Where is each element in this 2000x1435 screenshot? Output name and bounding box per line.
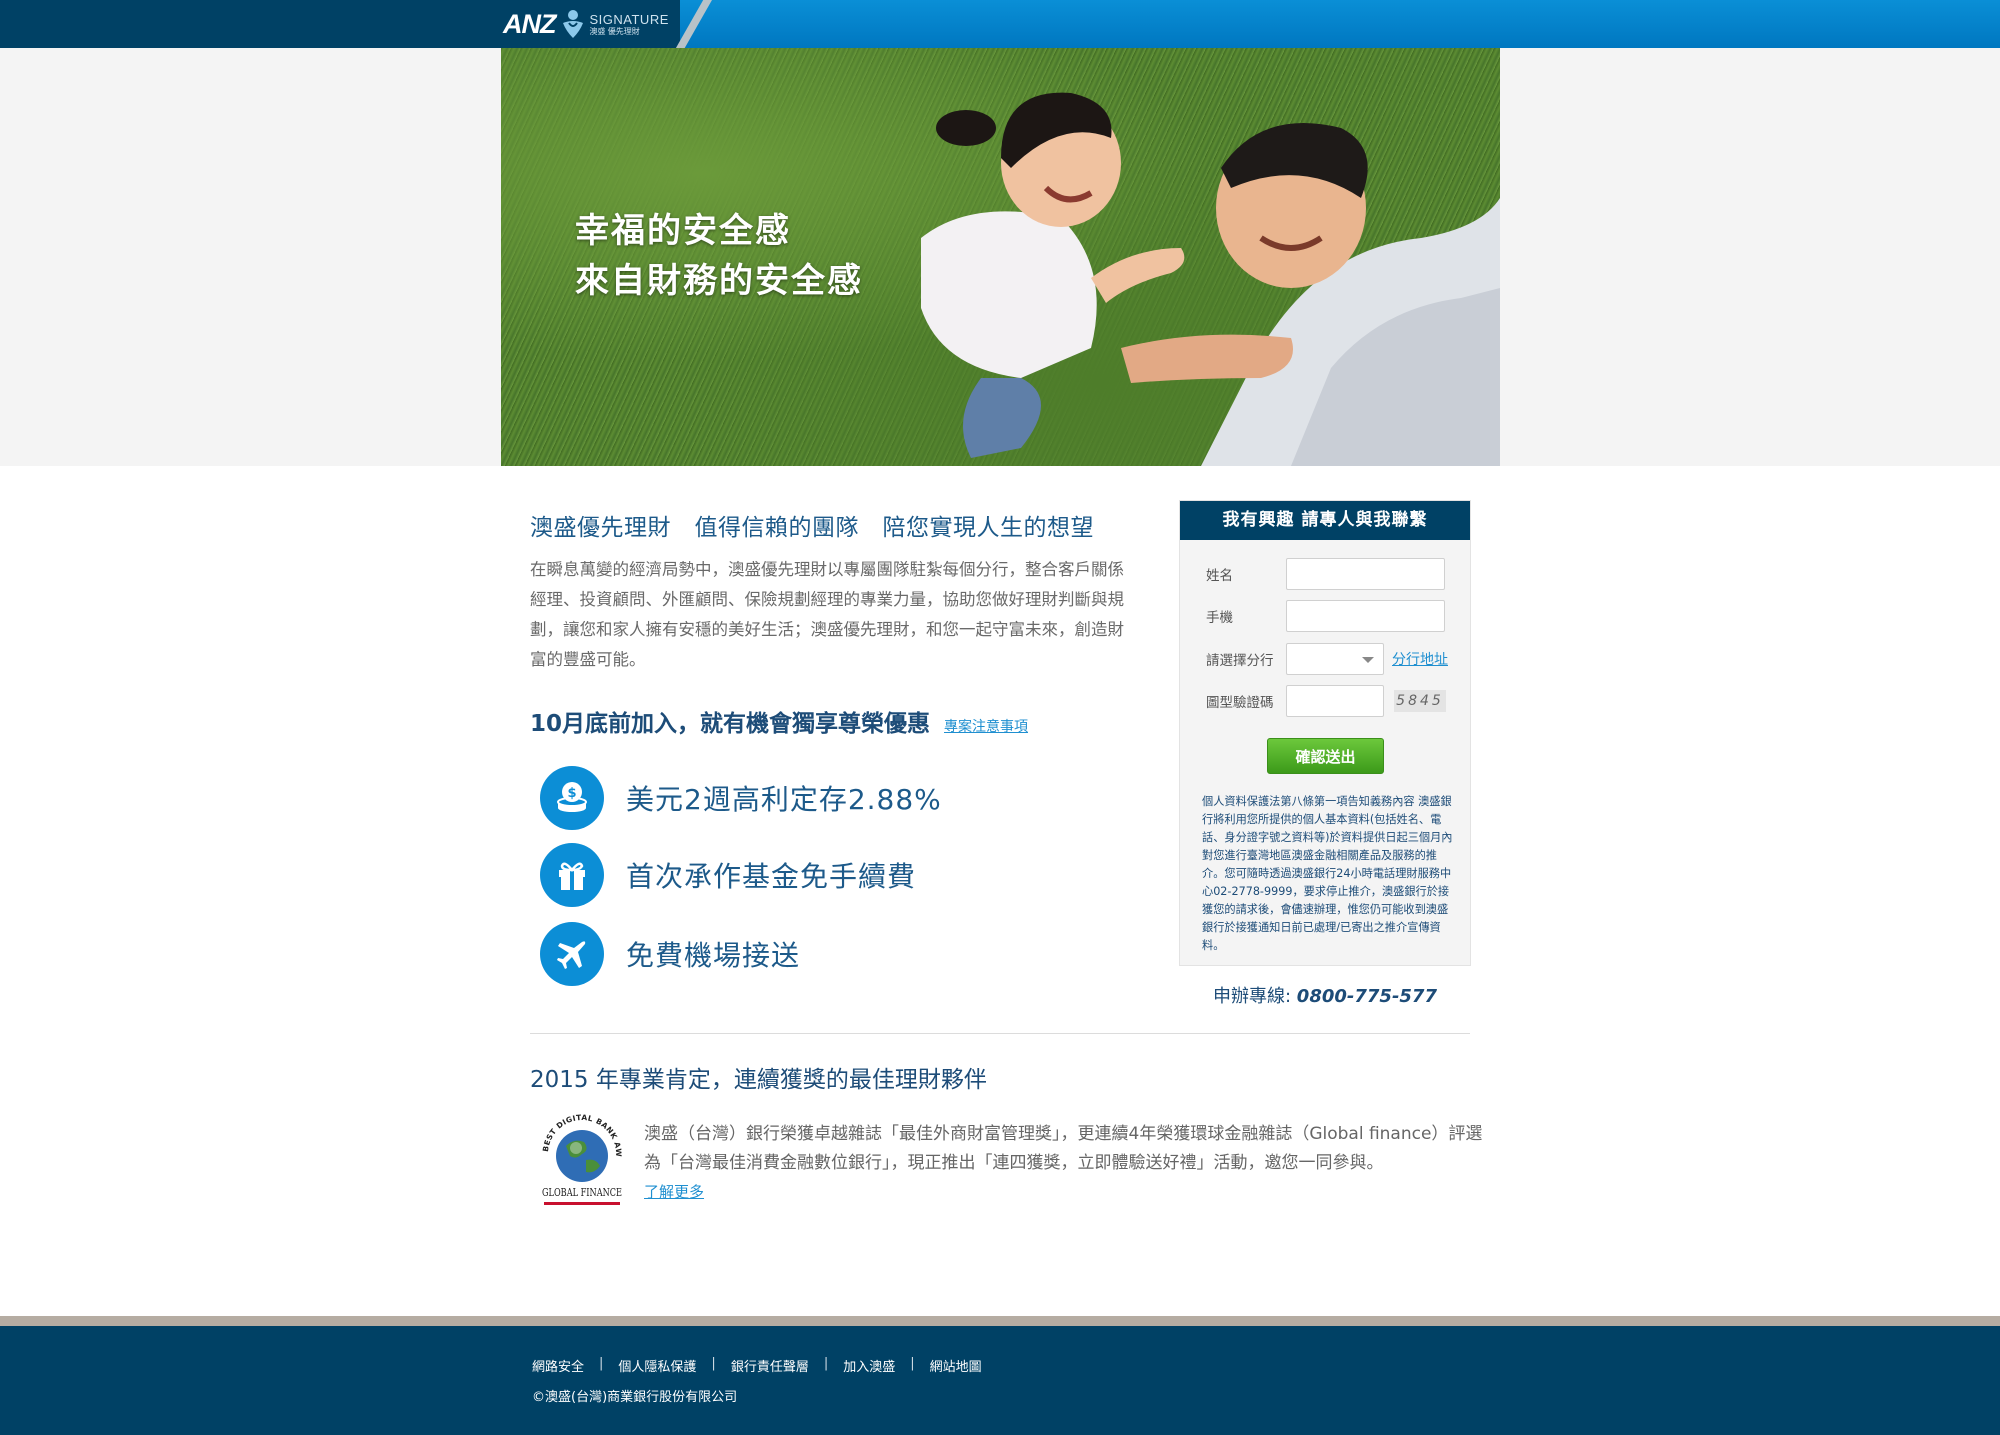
privacy-notice: 個人資料保護法第八條第一項告知義務內容 澳盛銀行將利用您所提供的個人基本資料(包… — [1202, 795, 1453, 952]
footer-link-privacy[interactable]: 個人隱私保護 — [618, 1356, 696, 1375]
global-finance-award-icon: BEST DIGITAL BANK AWARD 2015 GLOBAL FINA… — [540, 1110, 623, 1205]
copyright: ©澳盛(台灣)商業銀行股份有限公司 — [532, 1390, 738, 1405]
name-input[interactable] — [1286, 558, 1445, 590]
intro-paragraph: 在瞬息萬變的經濟局勢中，澳盛優先理財以專屬團隊駐紮每個分行，整合客戶關係經理、投… — [530, 560, 1124, 669]
benefit-label: 免費機場接送 — [626, 939, 801, 972]
phone-input[interactable] — [1286, 600, 1445, 632]
top-bar: ANZ SIGNATURE 澳盛 優先理財 — [0, 0, 2000, 48]
svg-text:GLOBAL FINANCE: GLOBAL FINANCE — [542, 1186, 622, 1199]
hotline-number[interactable]: 0800-775-577 — [1297, 986, 1437, 1007]
award-text: 澳盛（台灣）銀行榮獲卓越雜誌「最佳外商財富管理獎」，更連續4年榮獲環球金融雜誌（… — [644, 1120, 1484, 1207]
captcha-label: 圖型驗證碼 — [1206, 695, 1274, 711]
chevron-down-icon — [1362, 657, 1374, 663]
main-title: 澳盛優先理財 值得信賴的團隊 陪您實現人生的想望 — [530, 515, 1094, 541]
footer-links: 網路安全 | 個人隱私保護 | 銀行責任聲層 | 加入澳盛 | 網站地圖 — [532, 1356, 982, 1375]
promo-terms-link[interactable]: 專案注意事項 — [944, 716, 1028, 736]
footer-separator: | — [599, 1356, 604, 1371]
airplane-icon — [540, 922, 604, 986]
benefit-label: 美元2週高利定存2.88% — [626, 783, 942, 816]
footer-link-join[interactable]: 加入澳盛 — [843, 1356, 895, 1375]
signature-label: SIGNATURE — [589, 11, 669, 27]
promo-row: 10月底前加入，就有機會獨享尊榮優惠 專案注意事項 — [530, 704, 1028, 738]
branch-address-link[interactable]: 分行地址 — [1392, 649, 1448, 669]
section-divider — [530, 1033, 1470, 1034]
phone-label: 手機 — [1206, 610, 1233, 626]
hero-banner: 幸福的安全感 來自財務的安全感 — [501, 48, 1500, 466]
name-label: 姓名 — [1206, 568, 1233, 584]
award-title: 2015 年專業肯定，連續獲獎的最佳理財夥伴 — [530, 1067, 987, 1093]
footer-separator: | — [711, 1356, 716, 1371]
signature-text: SIGNATURE 澳盛 優先理財 — [590, 13, 669, 36]
captcha-image: 5845 — [1394, 690, 1446, 712]
hero-headline: 幸福的安全感 來自財務的安全感 — [575, 206, 863, 306]
signature-sub-label: 澳盛 優先理財 — [589, 26, 640, 36]
branch-select[interactable] — [1286, 643, 1384, 675]
gift-icon — [540, 843, 604, 907]
name-row: 姓名 — [1206, 558, 1445, 590]
footer: 網路安全 | 個人隱私保護 | 銀行責任聲層 | 加入澳盛 | 網站地圖 ©澳盛… — [0, 1326, 2000, 1435]
contact-form: 我有興趣 請專人與我聯繫 姓名 手機 請選擇分行 分行地址 圖型驗證碼 5845… — [1179, 500, 1471, 966]
hotline-label: 申辦專線: — [1213, 986, 1297, 1007]
footer-link-disclaimer[interactable]: 銀行責任聲層 — [731, 1356, 809, 1375]
hero-headline-line1: 幸福的安全感 — [575, 211, 791, 251]
phone-row: 手機 — [1206, 600, 1445, 632]
award-description: 澳盛（台灣）銀行榮獲卓越雜誌「最佳外商財富管理獎」，更連續4年榮獲環球金融雜誌（… — [644, 1124, 1483, 1173]
footer-separator: | — [910, 1356, 915, 1371]
hotline: 申辦專線: 0800-775-577 — [1179, 982, 1471, 1008]
coins-icon: $ — [540, 766, 604, 830]
hero-headline-line2: 來自財務的安全感 — [575, 261, 863, 301]
branch-row: 請選擇分行 分行地址 — [1206, 643, 1448, 675]
benefit-label: 首次承作基金免手續費 — [626, 860, 917, 893]
anz-signature-logo[interactable]: ANZ SIGNATURE 澳盛 優先理財 — [503, 8, 669, 40]
footer-link-sitemap[interactable]: 網站地圖 — [930, 1356, 982, 1375]
anz-people-icon — [562, 10, 583, 38]
submit-button[interactable]: 確認送出 — [1267, 738, 1384, 774]
branch-label: 請選擇分行 — [1206, 653, 1274, 669]
captcha-input[interactable] — [1286, 685, 1384, 717]
logo-text: ANZ — [503, 8, 556, 39]
benefit-item-deposit: $ 美元2週高利定存2.88% — [540, 766, 942, 830]
svg-text:$: $ — [567, 786, 576, 801]
footer-separator: | — [823, 1356, 829, 1371]
footer-link-security[interactable]: 網路安全 — [532, 1356, 584, 1375]
learn-more-link[interactable]: 了解更多 — [644, 1183, 704, 1201]
form-header: 我有興趣 請專人與我聯繫 — [1180, 501, 1470, 540]
benefit-item-fund: 首次承作基金免手續費 — [540, 843, 916, 907]
benefit-item-airport: 免費機場接送 — [540, 922, 800, 986]
promo-title: 10月底前加入，就有機會獨享尊榮優惠 — [530, 711, 931, 737]
footer-stripe — [0, 1316, 2000, 1326]
captcha-row: 圖型驗證碼 5845 — [1206, 685, 1446, 717]
